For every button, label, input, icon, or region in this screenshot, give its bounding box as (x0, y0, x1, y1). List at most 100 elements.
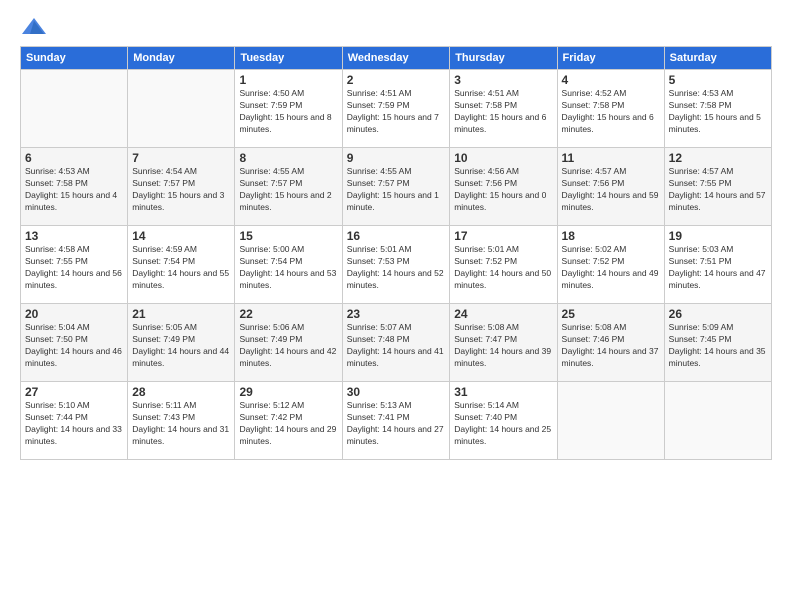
day-detail: Sunrise: 5:01 AMSunset: 7:53 PMDaylight:… (347, 244, 446, 292)
calendar-cell: 15Sunrise: 5:00 AMSunset: 7:54 PMDayligh… (235, 226, 342, 304)
calendar-cell: 11Sunrise: 4:57 AMSunset: 7:56 PMDayligh… (557, 148, 664, 226)
day-number: 15 (239, 229, 337, 243)
day-number: 22 (239, 307, 337, 321)
day-detail: Sunrise: 4:53 AMSunset: 7:58 PMDaylight:… (669, 88, 767, 136)
day-number: 8 (239, 151, 337, 165)
calendar-cell (128, 70, 235, 148)
calendar-cell: 2Sunrise: 4:51 AMSunset: 7:59 PMDaylight… (342, 70, 450, 148)
day-number: 31 (454, 385, 552, 399)
calendar-cell: 21Sunrise: 5:05 AMSunset: 7:49 PMDayligh… (128, 304, 235, 382)
calendar-week-3: 13Sunrise: 4:58 AMSunset: 7:55 PMDayligh… (21, 226, 772, 304)
day-detail: Sunrise: 5:08 AMSunset: 7:46 PMDaylight:… (562, 322, 660, 370)
day-number: 17 (454, 229, 552, 243)
day-detail: Sunrise: 4:58 AMSunset: 7:55 PMDaylight:… (25, 244, 123, 292)
day-number: 9 (347, 151, 446, 165)
logo-icon (20, 16, 48, 38)
day-detail: Sunrise: 5:09 AMSunset: 7:45 PMDaylight:… (669, 322, 767, 370)
calendar-cell: 29Sunrise: 5:12 AMSunset: 7:42 PMDayligh… (235, 382, 342, 460)
day-detail: Sunrise: 5:06 AMSunset: 7:49 PMDaylight:… (239, 322, 337, 370)
calendar-cell: 14Sunrise: 4:59 AMSunset: 7:54 PMDayligh… (128, 226, 235, 304)
day-header-wednesday: Wednesday (342, 47, 450, 70)
day-detail: Sunrise: 4:57 AMSunset: 7:56 PMDaylight:… (562, 166, 660, 214)
calendar-cell (664, 382, 771, 460)
day-detail: Sunrise: 4:55 AMSunset: 7:57 PMDaylight:… (347, 166, 446, 214)
day-number: 7 (132, 151, 230, 165)
day-header-friday: Friday (557, 47, 664, 70)
calendar-cell: 23Sunrise: 5:07 AMSunset: 7:48 PMDayligh… (342, 304, 450, 382)
day-header-tuesday: Tuesday (235, 47, 342, 70)
day-detail: Sunrise: 4:56 AMSunset: 7:56 PMDaylight:… (454, 166, 552, 214)
day-detail: Sunrise: 5:10 AMSunset: 7:44 PMDaylight:… (25, 400, 123, 448)
calendar-cell: 6Sunrise: 4:53 AMSunset: 7:58 PMDaylight… (21, 148, 128, 226)
day-number: 20 (25, 307, 123, 321)
day-header-thursday: Thursday (450, 47, 557, 70)
day-number: 10 (454, 151, 552, 165)
day-number: 3 (454, 73, 552, 87)
day-number: 5 (669, 73, 767, 87)
day-detail: Sunrise: 5:08 AMSunset: 7:47 PMDaylight:… (454, 322, 552, 370)
day-detail: Sunrise: 4:57 AMSunset: 7:55 PMDaylight:… (669, 166, 767, 214)
day-detail: Sunrise: 5:12 AMSunset: 7:42 PMDaylight:… (239, 400, 337, 448)
day-number: 12 (669, 151, 767, 165)
day-detail: Sunrise: 4:54 AMSunset: 7:57 PMDaylight:… (132, 166, 230, 214)
calendar-cell: 20Sunrise: 5:04 AMSunset: 7:50 PMDayligh… (21, 304, 128, 382)
calendar-cell: 17Sunrise: 5:01 AMSunset: 7:52 PMDayligh… (450, 226, 557, 304)
calendar-cell: 12Sunrise: 4:57 AMSunset: 7:55 PMDayligh… (664, 148, 771, 226)
day-header-saturday: Saturday (664, 47, 771, 70)
calendar-week-5: 27Sunrise: 5:10 AMSunset: 7:44 PMDayligh… (21, 382, 772, 460)
calendar-cell: 4Sunrise: 4:52 AMSunset: 7:58 PMDaylight… (557, 70, 664, 148)
day-detail: Sunrise: 4:52 AMSunset: 7:58 PMDaylight:… (562, 88, 660, 136)
day-number: 23 (347, 307, 446, 321)
day-number: 29 (239, 385, 337, 399)
day-header-sunday: Sunday (21, 47, 128, 70)
logo (20, 16, 52, 38)
calendar-cell: 28Sunrise: 5:11 AMSunset: 7:43 PMDayligh… (128, 382, 235, 460)
day-detail: Sunrise: 4:51 AMSunset: 7:58 PMDaylight:… (454, 88, 552, 136)
day-number: 4 (562, 73, 660, 87)
calendar-cell: 22Sunrise: 5:06 AMSunset: 7:49 PMDayligh… (235, 304, 342, 382)
day-number: 6 (25, 151, 123, 165)
calendar-cell: 19Sunrise: 5:03 AMSunset: 7:51 PMDayligh… (664, 226, 771, 304)
day-number: 21 (132, 307, 230, 321)
header (20, 16, 772, 38)
calendar-cell: 24Sunrise: 5:08 AMSunset: 7:47 PMDayligh… (450, 304, 557, 382)
calendar-cell: 8Sunrise: 4:55 AMSunset: 7:57 PMDaylight… (235, 148, 342, 226)
day-number: 26 (669, 307, 767, 321)
calendar-cell: 31Sunrise: 5:14 AMSunset: 7:40 PMDayligh… (450, 382, 557, 460)
day-detail: Sunrise: 4:51 AMSunset: 7:59 PMDaylight:… (347, 88, 446, 136)
day-number: 28 (132, 385, 230, 399)
day-header-monday: Monday (128, 47, 235, 70)
day-number: 18 (562, 229, 660, 243)
day-detail: Sunrise: 4:55 AMSunset: 7:57 PMDaylight:… (239, 166, 337, 214)
calendar-header-row: SundayMondayTuesdayWednesdayThursdayFrid… (21, 47, 772, 70)
day-number: 25 (562, 307, 660, 321)
calendar-cell (21, 70, 128, 148)
calendar-cell: 13Sunrise: 4:58 AMSunset: 7:55 PMDayligh… (21, 226, 128, 304)
day-detail: Sunrise: 5:00 AMSunset: 7:54 PMDaylight:… (239, 244, 337, 292)
calendar-cell: 18Sunrise: 5:02 AMSunset: 7:52 PMDayligh… (557, 226, 664, 304)
calendar-week-1: 1Sunrise: 4:50 AMSunset: 7:59 PMDaylight… (21, 70, 772, 148)
day-detail: Sunrise: 4:50 AMSunset: 7:59 PMDaylight:… (239, 88, 337, 136)
day-detail: Sunrise: 5:02 AMSunset: 7:52 PMDaylight:… (562, 244, 660, 292)
day-detail: Sunrise: 5:05 AMSunset: 7:49 PMDaylight:… (132, 322, 230, 370)
day-detail: Sunrise: 5:04 AMSunset: 7:50 PMDaylight:… (25, 322, 123, 370)
day-detail: Sunrise: 5:13 AMSunset: 7:41 PMDaylight:… (347, 400, 446, 448)
calendar-cell: 10Sunrise: 4:56 AMSunset: 7:56 PMDayligh… (450, 148, 557, 226)
day-number: 16 (347, 229, 446, 243)
day-number: 1 (239, 73, 337, 87)
calendar-cell: 9Sunrise: 4:55 AMSunset: 7:57 PMDaylight… (342, 148, 450, 226)
page: SundayMondayTuesdayWednesdayThursdayFrid… (0, 0, 792, 612)
calendar-cell: 7Sunrise: 4:54 AMSunset: 7:57 PMDaylight… (128, 148, 235, 226)
day-number: 13 (25, 229, 123, 243)
day-number: 2 (347, 73, 446, 87)
calendar-cell: 16Sunrise: 5:01 AMSunset: 7:53 PMDayligh… (342, 226, 450, 304)
day-detail: Sunrise: 5:07 AMSunset: 7:48 PMDaylight:… (347, 322, 446, 370)
calendar-cell: 5Sunrise: 4:53 AMSunset: 7:58 PMDaylight… (664, 70, 771, 148)
calendar-week-2: 6Sunrise: 4:53 AMSunset: 7:58 PMDaylight… (21, 148, 772, 226)
calendar-cell: 25Sunrise: 5:08 AMSunset: 7:46 PMDayligh… (557, 304, 664, 382)
day-detail: Sunrise: 5:01 AMSunset: 7:52 PMDaylight:… (454, 244, 552, 292)
day-detail: Sunrise: 5:03 AMSunset: 7:51 PMDaylight:… (669, 244, 767, 292)
day-number: 27 (25, 385, 123, 399)
day-number: 24 (454, 307, 552, 321)
calendar-cell: 27Sunrise: 5:10 AMSunset: 7:44 PMDayligh… (21, 382, 128, 460)
